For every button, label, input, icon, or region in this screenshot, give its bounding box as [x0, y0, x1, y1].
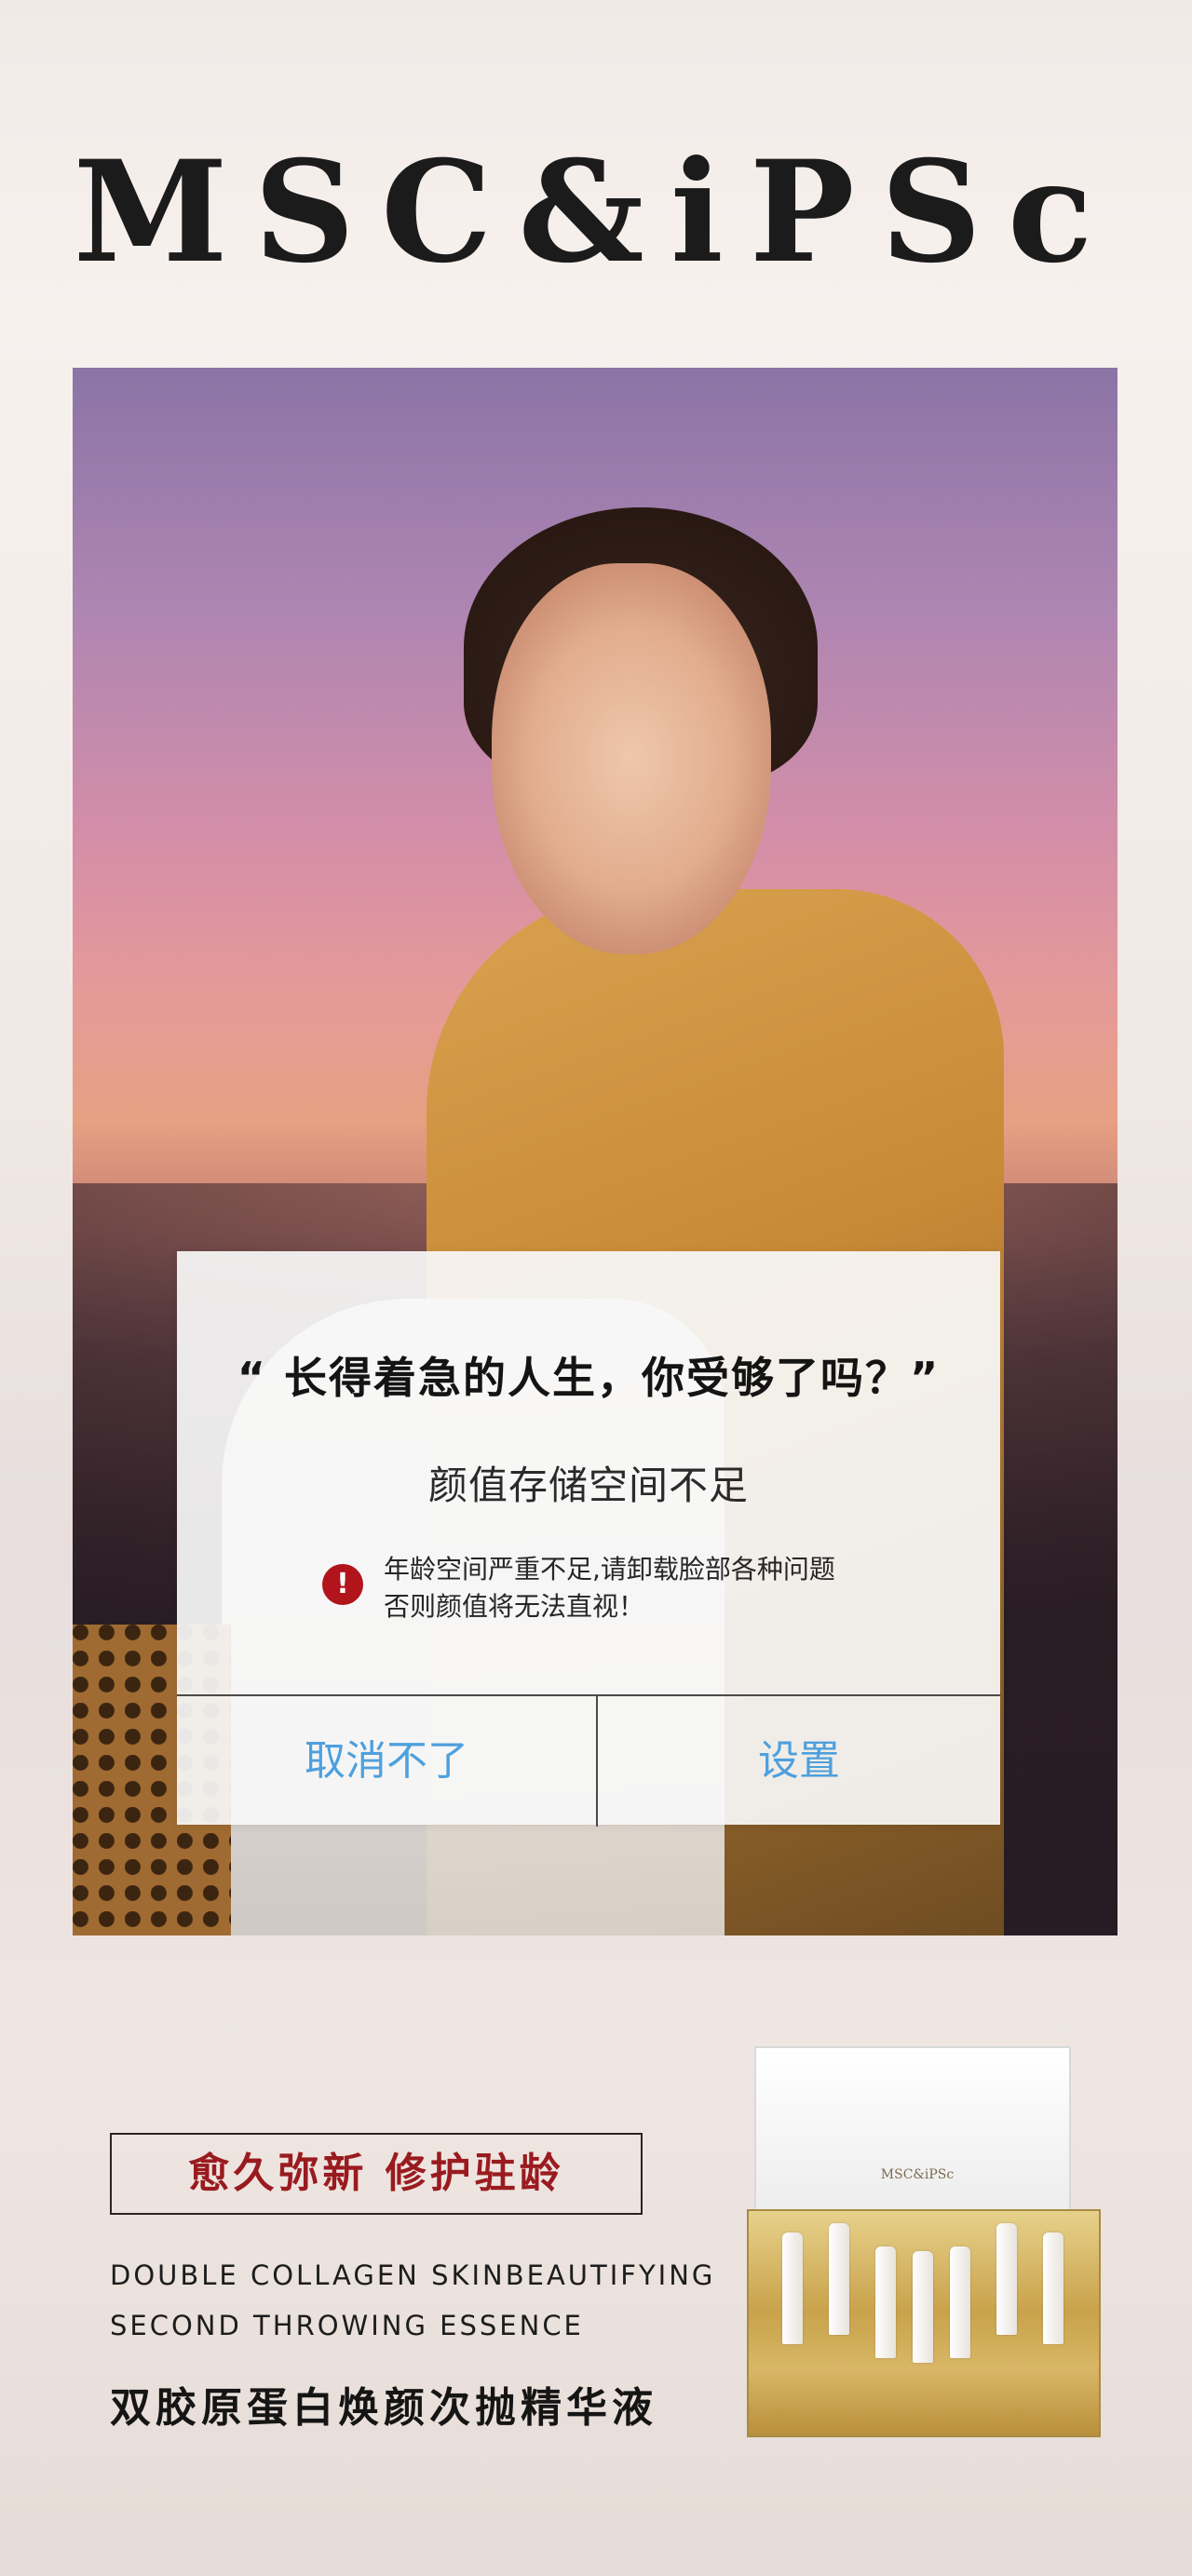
warning-line-1: 年龄空间严重不足,请卸载脸部各种问题 [384, 1554, 835, 1585]
english-name-line-1: DOUBLE COLLAGEN SKINBEAUTIFYING [110, 2259, 716, 2291]
product-name-chinese: 双胶原蛋白焕颜次抛精华液 [110, 2384, 657, 2432]
vial [1043, 2232, 1063, 2344]
dialog-button-row: 取消不了 设置 [177, 1694, 1000, 1827]
vial [782, 2232, 803, 2344]
product-tagline: 愈久弥新 修护驻龄 [110, 2133, 643, 2215]
vial [829, 2223, 849, 2335]
dialog-subtitle: 颜值存储空间不足 [427, 1463, 749, 1508]
vial [913, 2251, 933, 2363]
english-name-line-2: SECOND THROWING ESSENCE [110, 2310, 584, 2341]
warning-message: 年龄空间严重不足,请卸载脸部各种问题 否则颜值将无法直视！ [384, 1551, 942, 1625]
product-box-image: MSC&iPSc [747, 2046, 1101, 2437]
vial [996, 2223, 1017, 2335]
model-face [492, 563, 771, 954]
box-logo: MSC&iPSc [880, 2167, 955, 2182]
alert-dialog: “ 长得着急的人生，你受够了吗？” 颜值存储空间不足 ! 年龄空间严重不足,请卸… [177, 1251, 1000, 1827]
vial [875, 2246, 896, 2358]
vial [950, 2246, 970, 2358]
brand-title: MSC&iPSc [73, 130, 1119, 294]
settings-button[interactable]: 设置 [598, 1696, 1000, 1827]
warning-icon: ! [322, 1564, 363, 1605]
warning-line-2: 否则颜值将无法直视！ [384, 1591, 645, 1622]
dialog-quote: “ 长得着急的人生，你受够了吗？” [237, 1353, 941, 1403]
cancel-button[interactable]: 取消不了 [177, 1696, 596, 1827]
